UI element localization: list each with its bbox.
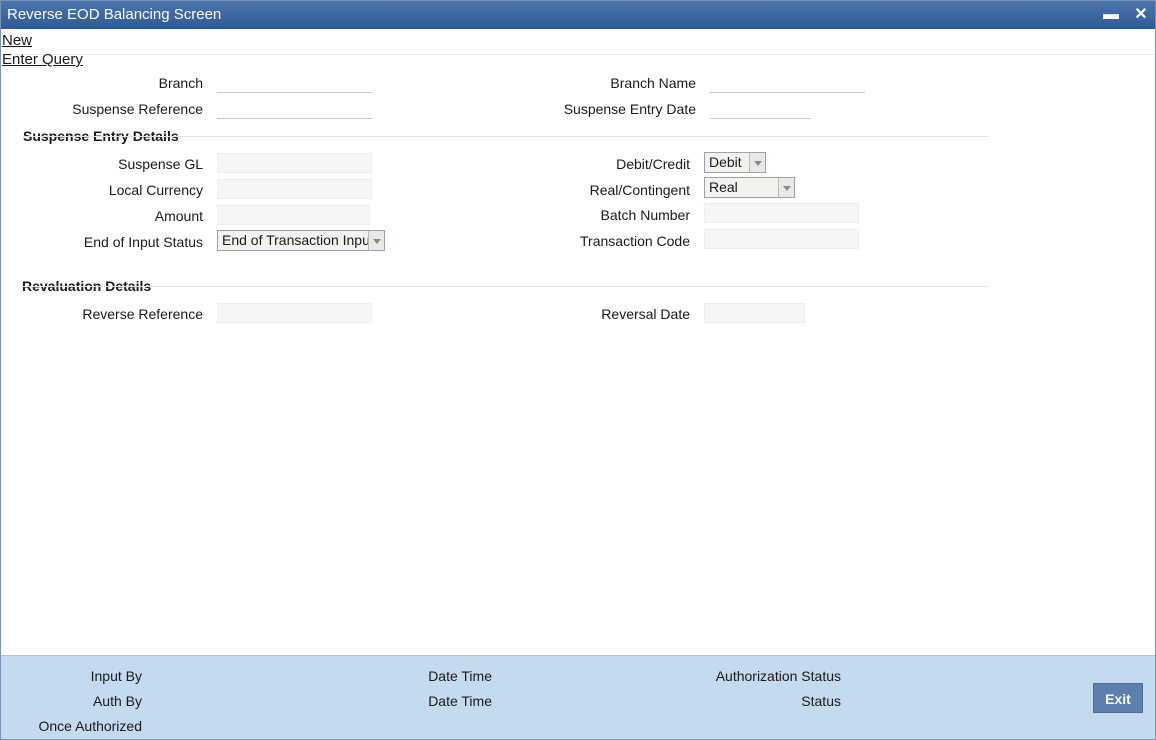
chevron-down-icon[interactable] bbox=[368, 231, 384, 250]
suspense-gl-field bbox=[217, 153, 372, 173]
status-label: Status bbox=[801, 693, 841, 709]
batch-number-field bbox=[704, 203, 859, 223]
transaction-code-label: Transaction Code bbox=[580, 233, 690, 249]
end-of-input-status-label: End of Input Status bbox=[83, 234, 203, 250]
end-of-input-status-value: End of Transaction Input bbox=[222, 232, 374, 248]
title-bar: Reverse EOD Balancing Screen ▬ ✕ bbox=[1, 1, 1155, 29]
once-authorized-label: Once Authorized bbox=[38, 718, 142, 734]
branch-name-field[interactable] bbox=[710, 73, 865, 93]
suspense-entry-date-field[interactable] bbox=[710, 99, 811, 119]
main-window: Reverse EOD Balancing Screen ▬ ✕ New Ent… bbox=[0, 0, 1156, 740]
menu-bar bbox=[1, 29, 1155, 55]
reversal-date-field bbox=[704, 303, 805, 323]
real-contingent-value: Real bbox=[709, 179, 738, 195]
reverse-reference-field bbox=[217, 303, 372, 323]
branch-name-label: Branch Name bbox=[610, 75, 696, 91]
real-contingent-select[interactable]: Real bbox=[704, 177, 795, 198]
transaction-code-field bbox=[704, 229, 859, 249]
local-currency-field bbox=[217, 179, 372, 199]
suspense-reference-field[interactable] bbox=[217, 99, 372, 119]
date-time-label: Date Time bbox=[428, 693, 492, 709]
debit-credit-value: Debit bbox=[709, 154, 742, 170]
suspense-reference-label: Suspense Reference bbox=[72, 101, 203, 117]
input-by-label: Input By bbox=[90, 668, 142, 684]
reverse-reference-label: Reverse Reference bbox=[82, 306, 203, 322]
section-divider bbox=[23, 136, 989, 137]
local-currency-label: Local Currency bbox=[108, 182, 203, 198]
amount-field bbox=[217, 205, 370, 225]
close-icon[interactable]: ✕ bbox=[1131, 5, 1151, 25]
new-link[interactable]: New bbox=[2, 32, 32, 49]
suspense-gl-label: Suspense GL bbox=[118, 156, 203, 172]
end-of-input-status-select[interactable]: End of Transaction Input bbox=[217, 230, 385, 251]
window-title: Reverse EOD Balancing Screen bbox=[7, 6, 222, 23]
enter-query-link[interactable]: Enter Query bbox=[2, 51, 83, 68]
debit-credit-label: Debit/Credit bbox=[616, 156, 690, 172]
suspense-entry-date-label: Suspense Entry Date bbox=[563, 101, 696, 117]
chevron-down-icon[interactable] bbox=[749, 153, 765, 172]
auth-by-label: Auth By bbox=[92, 693, 142, 709]
chevron-down-icon[interactable] bbox=[778, 178, 794, 197]
real-contingent-label: Real/Contingent bbox=[589, 182, 690, 198]
batch-number-label: Batch Number bbox=[600, 207, 690, 223]
amount-label: Amount bbox=[154, 208, 203, 224]
exit-button[interactable]: Exit bbox=[1093, 683, 1143, 713]
minimize-icon[interactable]: ▬ bbox=[1101, 5, 1121, 25]
branch-field[interactable] bbox=[217, 73, 372, 93]
authorization-status-label: Authorization Status bbox=[715, 668, 841, 684]
branch-label: Branch bbox=[158, 75, 203, 91]
section-divider bbox=[22, 286, 989, 287]
date-time-label: Date Time bbox=[428, 668, 492, 684]
reversal-date-label: Reversal Date bbox=[601, 306, 690, 322]
audit-footer: Input By Auth By Once Authorized Date Ti… bbox=[1, 655, 1155, 739]
debit-credit-select[interactable]: Debit bbox=[704, 152, 766, 173]
